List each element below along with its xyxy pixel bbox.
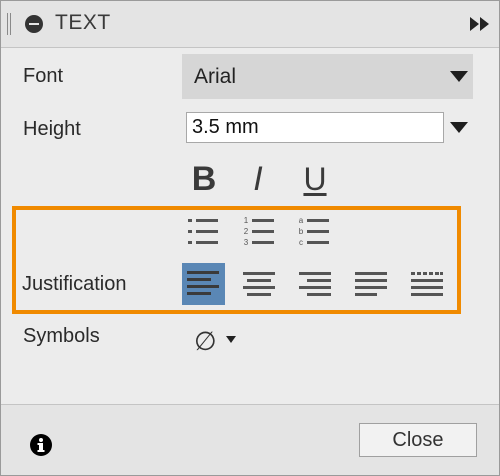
- italic-label: I: [253, 159, 263, 198]
- footer: Close: [1, 405, 499, 475]
- font-label: Font: [23, 65, 64, 87]
- bold-button[interactable]: B: [184, 159, 224, 199]
- info-icon[interactable]: [30, 434, 52, 456]
- numbered-mark: 1: [244, 216, 249, 225]
- underline-label: U: [303, 160, 327, 197]
- lettered-mark: c: [299, 238, 303, 247]
- height-input[interactable]: [186, 112, 444, 143]
- bullet-list-icon[interactable]: [183, 213, 223, 253]
- drag-handle-icon[interactable]: [7, 13, 11, 35]
- collapse-icon[interactable]: [25, 15, 43, 33]
- lettered-list-icon[interactable]: a b c: [294, 213, 334, 253]
- chevron-down-icon: [450, 71, 468, 82]
- text-dialog: TEXT Font Arial Height B I U 1 2 3 a b: [0, 0, 500, 476]
- lettered-mark: a: [299, 216, 304, 225]
- symbols-label: Symbols: [23, 325, 100, 347]
- highlight-box: [12, 206, 461, 314]
- symbols-dropdown-icon[interactable]: [226, 336, 236, 343]
- align-center-button[interactable]: [239, 264, 279, 304]
- align-left-button[interactable]: [182, 263, 225, 305]
- lettered-mark: b: [299, 227, 304, 236]
- justify-button[interactable]: [351, 264, 391, 304]
- height-label: Height: [23, 118, 81, 140]
- font-value: Arial: [194, 65, 237, 88]
- font-select[interactable]: Arial: [182, 54, 473, 99]
- align-right-button[interactable]: [295, 264, 335, 304]
- numbered-mark: 3: [244, 238, 249, 247]
- numbered-list-icon[interactable]: 1 2 3: [239, 213, 279, 253]
- expand-panel-icon[interactable]: [470, 17, 490, 31]
- height-dropdown-icon[interactable]: [450, 122, 468, 133]
- panel-title: TEXT: [55, 11, 111, 34]
- close-button[interactable]: Close: [359, 423, 477, 457]
- justification-label: Justification: [22, 273, 127, 295]
- numbered-mark: 2: [244, 227, 249, 236]
- justify-distributed-button[interactable]: [407, 264, 447, 304]
- italic-button[interactable]: I: [238, 159, 278, 199]
- bold-label: B: [191, 159, 217, 198]
- underline-button[interactable]: U: [295, 159, 335, 199]
- title-bar[interactable]: TEXT: [1, 1, 499, 48]
- empty-set-symbol-icon[interactable]: ∅: [194, 326, 217, 357]
